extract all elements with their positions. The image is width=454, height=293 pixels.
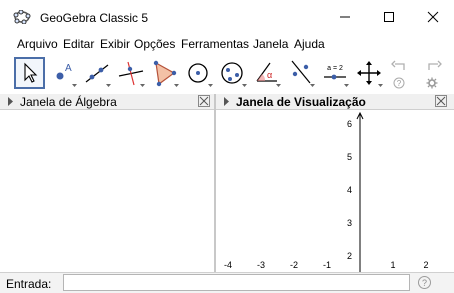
- algebra-panel-header: Janela de Álgebra: [0, 94, 214, 110]
- algebra-view[interactable]: [0, 110, 214, 270]
- help-icon[interactable]: ?: [393, 77, 405, 89]
- x-tick-label: -2: [290, 260, 298, 270]
- point-icon: A: [56, 63, 77, 87]
- circle-points-icon: [221, 62, 247, 87]
- undo-icon[interactable]: [390, 58, 410, 74]
- input-help-icon[interactable]: ?: [418, 276, 431, 289]
- x-tick-label: 1: [390, 260, 395, 270]
- menu-opcoes[interactable]: Opções: [134, 37, 175, 51]
- x-tick-label: 2: [423, 260, 428, 270]
- toolbar: A α a = 2 ?: [0, 55, 454, 94]
- move-graphics-tool-button[interactable]: [354, 57, 385, 89]
- slider-icon: a = 2: [324, 65, 349, 87]
- input-bar: Entrada: ?: [0, 272, 454, 293]
- line-icon: [85, 64, 111, 87]
- algebra-close-icon[interactable]: [198, 95, 210, 107]
- collapse-arrow-icon[interactable]: [223, 97, 230, 106]
- x-tick-label: -4: [224, 260, 232, 270]
- menu-ajuda[interactable]: Ajuda: [294, 37, 325, 51]
- menu-janela[interactable]: Janela: [253, 37, 288, 51]
- graphics-panel-header: Janela de Visualização: [216, 94, 454, 110]
- menu-exibir[interactable]: Exibir: [100, 37, 130, 51]
- move-tool-button[interactable]: [14, 57, 45, 89]
- menu-ferramentas[interactable]: Ferramentas: [181, 37, 249, 51]
- settings-icon[interactable]: [426, 77, 438, 89]
- y-tick-label: 5: [347, 152, 352, 162]
- graphics-panel-title: Janela de Visualização: [236, 95, 366, 109]
- graphics-close-icon[interactable]: [435, 95, 447, 107]
- collapse-arrow-icon[interactable]: [7, 97, 14, 106]
- algebra-panel-title: Janela de Álgebra: [20, 95, 117, 109]
- arrow-pointer-icon: [24, 62, 38, 83]
- reflect-icon: [291, 60, 315, 87]
- minimize-icon[interactable]: [325, 5, 365, 29]
- input-label: Entrada:: [6, 277, 52, 291]
- menu-editar[interactable]: Editar: [63, 37, 94, 51]
- polygon-tool-button[interactable]: [150, 57, 181, 89]
- svg-text:a = 2: a = 2: [327, 65, 343, 72]
- input-field[interactable]: [63, 274, 410, 291]
- close-icon[interactable]: [413, 5, 453, 29]
- graphics-view[interactable]: 6 5 4 3 2 -4 -3 -2 -1 1 2: [216, 110, 454, 272]
- perpendicular-line-tool-button[interactable]: [116, 57, 147, 89]
- x-tick-label: -1: [323, 260, 331, 270]
- angle-tool-button[interactable]: α: [252, 57, 283, 89]
- svg-text:A: A: [65, 63, 72, 74]
- line-tool-button[interactable]: [82, 57, 113, 89]
- geogebra-app-icon: [13, 10, 31, 24]
- graphics-canvas[interactable]: 6 5 4 3 2 -4 -3 -2 -1 1 2: [216, 110, 454, 272]
- circle-icon: [188, 63, 213, 87]
- y-tick-label: 2: [347, 251, 352, 261]
- slider-tool-button[interactable]: a = 2: [320, 57, 351, 89]
- circle-three-points-tool-button[interactable]: [218, 57, 249, 89]
- maximize-icon[interactable]: [369, 5, 409, 29]
- svg-text:?: ?: [397, 79, 402, 88]
- perpendicular-icon: [118, 61, 145, 87]
- x-tick-label: -3: [257, 260, 265, 270]
- move-view-icon: [357, 61, 383, 87]
- title-bar: GeoGebra Classic 5: [0, 0, 454, 34]
- reflect-tool-button[interactable]: [286, 57, 317, 89]
- y-tick-label: 6: [347, 119, 352, 129]
- redo-icon[interactable]: [423, 58, 443, 74]
- y-tick-label: 4: [347, 185, 352, 195]
- window-title: GeoGebra Classic 5: [40, 11, 149, 25]
- svg-text:α: α: [267, 70, 272, 80]
- menu-bar: Arquivo Editar Exibir Opções Ferramentas…: [0, 35, 454, 53]
- point-tool-button[interactable]: A: [48, 57, 79, 89]
- y-tick-label: 3: [347, 218, 352, 228]
- menu-arquivo[interactable]: Arquivo: [17, 37, 58, 51]
- polygon-icon: [153, 60, 179, 87]
- angle-icon: α: [256, 62, 281, 87]
- circle-tool-button[interactable]: [184, 57, 215, 89]
